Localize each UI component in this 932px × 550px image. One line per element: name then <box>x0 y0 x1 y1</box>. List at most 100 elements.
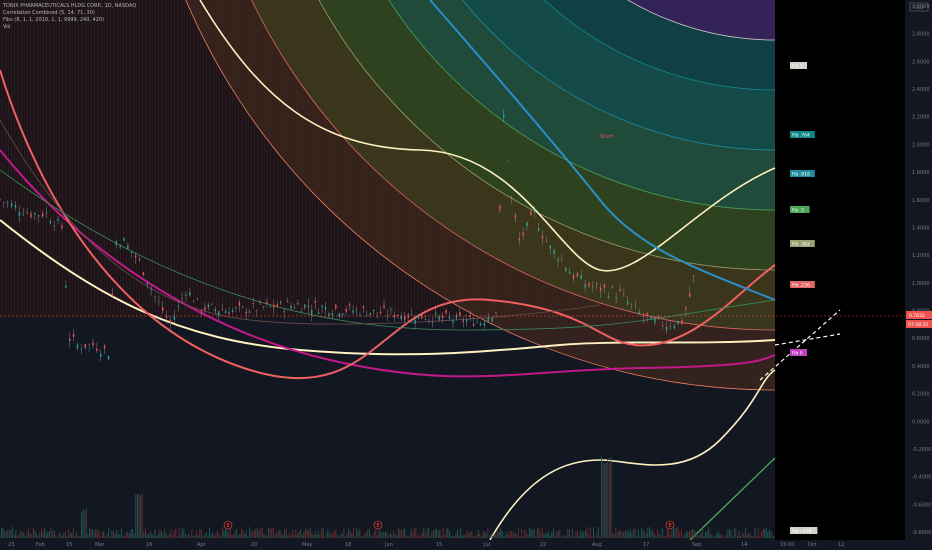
y-tick-label: 1.6000 <box>912 198 930 204</box>
volume-bar <box>463 535 465 538</box>
chart-legend: TONIX PHARMACEUTICALS HLDG CORP., 1D, NA… <box>3 3 136 31</box>
price-chart[interactable]: Fib 1 Fib .764 Fib .618 Fib .5 Fib .382 Fib .… <box>0 0 932 550</box>
svg-text:E: E <box>669 523 672 529</box>
volume-bar <box>423 527 425 538</box>
earnings-marker[interactable]: E <box>373 520 383 530</box>
volume-bar <box>157 533 159 538</box>
candle-body <box>417 314 420 319</box>
candle-body <box>435 312 437 315</box>
volume-bar <box>279 529 281 538</box>
volume-bar <box>629 528 631 538</box>
volume-bar <box>353 527 354 538</box>
candle-body <box>69 338 71 341</box>
volume-bar <box>737 535 738 538</box>
volume-bar <box>185 534 186 538</box>
volume-bar <box>250 531 252 538</box>
y-tick-label: 0.6000 <box>912 336 930 342</box>
candle-body <box>685 307 687 310</box>
countdown-value: 07:48:25 <box>908 322 928 328</box>
volume-bar <box>607 459 609 538</box>
volume-bar <box>242 529 244 538</box>
volume-bar <box>308 530 310 538</box>
candle-body <box>619 288 621 291</box>
candle-body <box>154 296 156 298</box>
volume-bar <box>149 531 151 538</box>
volume-bar <box>549 535 551 538</box>
volume-bar <box>146 534 148 538</box>
volume-bar <box>601 457 602 538</box>
volume-bar <box>420 536 422 538</box>
volume-bar <box>340 534 342 538</box>
volume-bar <box>202 536 204 538</box>
candle-body <box>424 319 427 320</box>
candle-body <box>615 296 617 299</box>
volume-bar <box>217 530 218 538</box>
candle-body <box>603 284 606 288</box>
volume-bar <box>151 533 153 538</box>
candle-body <box>165 315 168 318</box>
volume-bar <box>170 529 172 538</box>
x-tick-label: Feb <box>36 542 45 548</box>
volume-bar <box>565 536 567 538</box>
candle-body <box>80 348 83 350</box>
volume-bar <box>605 462 607 538</box>
volume-bar <box>93 531 95 538</box>
volume-bar <box>31 534 33 538</box>
volume-bar <box>586 527 588 538</box>
volume-bar <box>343 527 345 538</box>
x-tick-label: Aug <box>592 542 602 548</box>
candle-body <box>200 309 203 312</box>
volume-bar <box>346 533 348 538</box>
candle-body <box>599 287 602 292</box>
volume-bar <box>588 534 590 538</box>
candle-body <box>472 323 475 327</box>
candle-body <box>177 305 179 307</box>
volume-bar <box>583 532 585 538</box>
candle-body <box>293 307 296 309</box>
volume-bar <box>743 533 745 538</box>
volume-bar <box>61 536 63 538</box>
volume-bar <box>49 531 50 538</box>
volume-bar <box>305 529 306 538</box>
candle-body <box>393 315 396 318</box>
candle-body <box>541 235 544 239</box>
fib-label-1: Fib .764 <box>790 131 815 139</box>
volume-bar <box>261 528 263 538</box>
earnings-marker[interactable]: E <box>223 520 233 530</box>
y-tick-label: 2.4000 <box>912 87 930 93</box>
volume-bar <box>26 532 28 538</box>
svg-text:Fib .382: Fib .382 <box>792 242 810 248</box>
volume-bar <box>236 529 238 538</box>
earnings-marker[interactable]: E <box>665 520 675 530</box>
volume-bar <box>668 529 670 538</box>
candle-body <box>138 258 141 260</box>
volume-bar <box>380 532 382 538</box>
volume-bar <box>489 535 490 538</box>
volume-bar <box>351 533 353 538</box>
volume-bar <box>189 535 191 538</box>
volume-bar <box>487 527 489 538</box>
volume-bar <box>492 535 494 538</box>
x-tick-label: 14 <box>741 542 747 548</box>
volume-bar <box>687 531 689 538</box>
candle-body <box>169 319 172 324</box>
volume-bar <box>612 533 614 538</box>
candle-body <box>383 305 385 308</box>
candle-body <box>224 310 227 314</box>
fib-label-6: Fib 0 <box>790 349 807 357</box>
candle-body <box>438 315 440 320</box>
volume-bar <box>77 535 79 538</box>
volume-bar <box>74 535 76 538</box>
volume-bar <box>626 529 628 538</box>
volume-bar <box>479 533 481 538</box>
volume-bar <box>471 531 473 538</box>
candle-body <box>689 292 691 297</box>
volume-bar <box>721 534 722 538</box>
volume-bar <box>701 527 703 538</box>
fib-label-0: Fib 1 <box>790 62 807 70</box>
volume-bar <box>474 536 476 538</box>
candle-body <box>553 249 555 254</box>
volume-bar <box>533 528 535 538</box>
volume-bar <box>44 527 46 538</box>
volume-bar <box>205 532 207 538</box>
